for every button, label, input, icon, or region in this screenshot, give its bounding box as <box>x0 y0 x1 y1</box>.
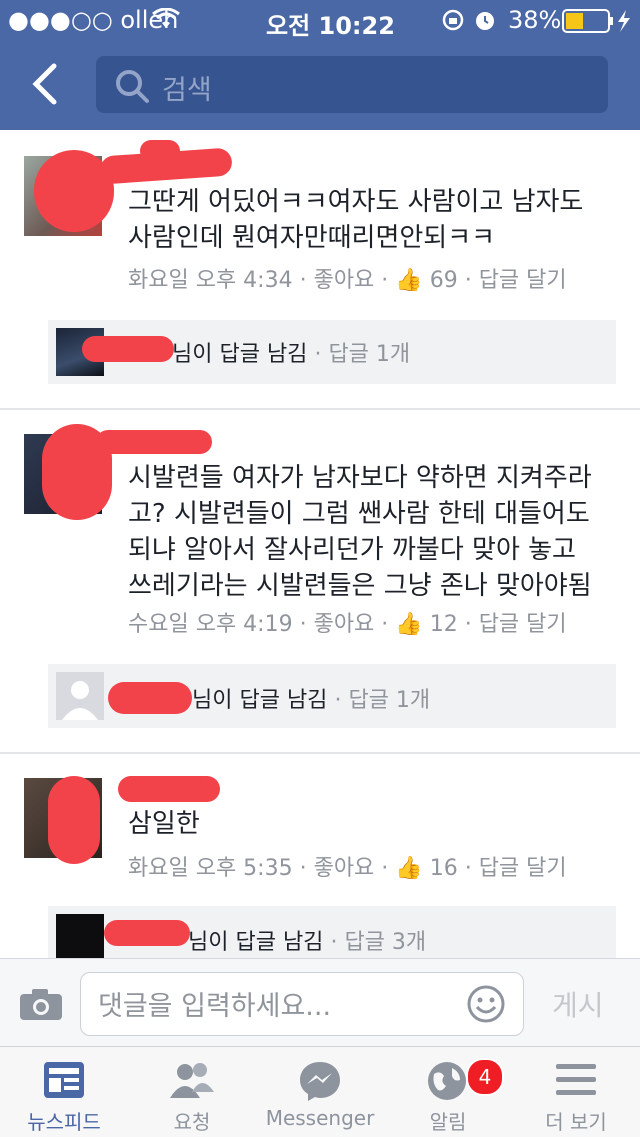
reply-count[interactable]: 답글 1개 <box>328 342 410 367</box>
name-redaction <box>48 776 100 864</box>
reply-count[interactable]: 답글 3개 <box>344 930 426 955</box>
name-redaction <box>140 140 180 162</box>
search-icon <box>116 70 149 103</box>
camera-icon[interactable] <box>18 986 64 1022</box>
comment-time: 화요일 오후 4:34 <box>128 268 293 293</box>
divider <box>0 752 640 754</box>
battery-icon <box>562 9 630 33</box>
tab-label-more: 더 보기 <box>545 1110 607 1134</box>
alarm-icon <box>476 12 494 30</box>
menu-icon <box>556 1064 596 1095</box>
messenger-icon <box>300 1062 340 1101</box>
reply-summary: 님이 답글 남김 · 답글 1개 <box>192 688 431 713</box>
thumbs-up-icon: 👍 <box>395 612 423 637</box>
post-button[interactable]: 게시 <box>552 984 604 1024</box>
reply-summary-text: 님이 답글 남김 <box>188 930 324 955</box>
thumbs-up-icon: 👍 <box>395 268 423 293</box>
reply-summary-text: 님이 답글 남김 <box>192 688 328 713</box>
comment-meta: 화요일 오후 5:35 · 좋아요 · 👍 16 · 답글 달기 <box>128 856 567 881</box>
newsfeed-icon <box>44 1062 84 1098</box>
tab-label-notifications: 알림 <box>429 1110 467 1134</box>
comment-text: 그딴게 어딨어ㅋㅋ여자도 사람이고 남자도 사람인데 뭔여자만때리면안되ㅋㅋ <box>128 187 584 253</box>
name-redaction <box>108 682 192 714</box>
like-count: 16 <box>429 856 458 881</box>
reply-count[interactable]: 답글 1개 <box>348 688 430 713</box>
comment-time: 화요일 오후 5:35 <box>128 856 293 881</box>
notification-badge: 4 <box>466 1058 504 1096</box>
tab-label-requests: 요청 <box>173 1110 211 1134</box>
name-redaction <box>118 776 220 802</box>
like-link[interactable]: 좋아요 <box>314 612 375 637</box>
wifi-icon <box>152 8 180 28</box>
reply-link[interactable]: 답글 달기 <box>479 612 567 637</box>
battery-percent: 38% <box>508 6 562 34</box>
tab-label-newsfeed: 뉴스피드 <box>27 1110 101 1134</box>
comment-text: 시발련들 여자가 남자보다 약하면 지켜주라고? 시발련들이 그럼 쌘사람 한테… <box>128 463 592 601</box>
like-count: 12 <box>429 612 458 637</box>
comment-text: 삼일한 <box>128 809 200 839</box>
divider <box>0 408 640 410</box>
clock: 오전 10:22 <box>266 12 395 40</box>
emoji-icon[interactable] <box>466 984 506 1024</box>
friend-requests-icon <box>170 1063 214 1098</box>
name-redaction <box>96 430 212 454</box>
reply-summary: 님이 답글 남김 · 답글 3개 <box>188 930 427 955</box>
comment-meta: 화요일 오후 4:34 · 좋아요 · 👍 69 · 답글 달기 <box>128 268 567 293</box>
comment-meta: 수요일 오후 4:19 · 좋아요 · 👍 12 · 답글 달기 <box>128 612 567 637</box>
like-link[interactable]: 좋아요 <box>314 268 375 293</box>
comment-time: 수요일 오후 4:19 <box>128 612 293 637</box>
like-count: 69 <box>429 268 458 293</box>
replier-avatar <box>56 914 104 958</box>
comment-placeholder: 댓글을 입력하세요... <box>98 991 332 1022</box>
reply-summary-text: 님이 답글 남김 <box>172 342 308 367</box>
thumbs-up-icon: 👍 <box>395 856 423 881</box>
notifications-globe-icon <box>428 1062 466 1100</box>
reply-link[interactable]: 답글 달기 <box>479 268 567 293</box>
name-redaction <box>104 920 190 946</box>
reply-link[interactable]: 답글 달기 <box>479 856 567 881</box>
reply-summary: 님이 답글 남김 · 답글 1개 <box>172 342 411 367</box>
search-placeholder: 검색 <box>162 75 212 106</box>
back-chevron-icon[interactable] <box>24 62 68 106</box>
default-avatar-icon <box>56 672 104 720</box>
tab-label-messenger: Messenger <box>265 1106 375 1130</box>
like-link[interactable]: 좋아요 <box>314 856 375 881</box>
name-redaction <box>82 336 174 362</box>
rotation-lock-icon <box>442 9 464 31</box>
